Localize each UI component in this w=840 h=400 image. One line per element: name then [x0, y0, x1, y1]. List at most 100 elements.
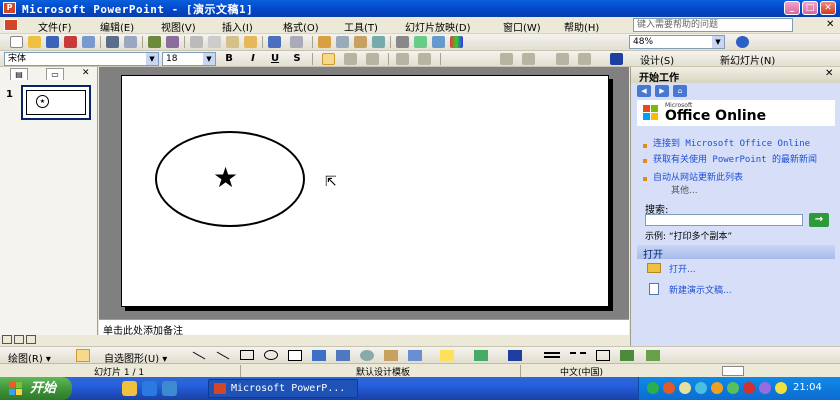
- search-go-button[interactable]: →: [809, 213, 829, 227]
- permission-icon[interactable]: [64, 36, 77, 48]
- new-icon[interactable]: [10, 36, 23, 48]
- antivirus-icon[interactable]: [727, 382, 739, 394]
- help-search-input[interactable]: 键入需要帮助的问题: [633, 18, 793, 32]
- normal-view-icon[interactable]: [2, 335, 12, 344]
- slide-sorter-icon[interactable]: [14, 335, 24, 344]
- new-presentation-link[interactable]: 新建演示文稿...: [669, 283, 732, 296]
- insert-chart-icon[interactable]: [318, 36, 331, 48]
- font-color-icon[interactable]: [610, 53, 623, 65]
- bullets-icon[interactable]: [418, 53, 431, 65]
- security-icon[interactable]: [663, 382, 675, 394]
- arrow-style-icon[interactable]: [596, 350, 610, 361]
- menu-help[interactable]: 帮助(H): [564, 19, 599, 34]
- font-select[interactable]: 宋体 ▼: [4, 52, 159, 66]
- document-icon[interactable]: [4, 19, 18, 31]
- pane-close-icon[interactable]: ✕: [82, 68, 90, 78]
- messenger-icon[interactable]: [695, 382, 707, 394]
- link-latest-news[interactable]: 获取有关使用 PowerPoint 的最新新闻: [653, 155, 831, 165]
- task-pane-close-icon[interactable]: ✕: [825, 68, 833, 79]
- insert-table-icon[interactable]: [336, 36, 349, 48]
- open-link[interactable]: 打开...: [669, 262, 696, 275]
- update-icon[interactable]: [711, 382, 723, 394]
- slide-canvas[interactable]: ★ ⇱: [121, 75, 609, 307]
- wordart-icon[interactable]: [312, 350, 326, 361]
- ie-icon[interactable]: [142, 381, 157, 396]
- print-preview-icon[interactable]: [124, 36, 137, 48]
- research-icon[interactable]: [166, 36, 179, 48]
- spelling-status-icon[interactable]: [722, 366, 744, 376]
- slides-tab[interactable]: ▭: [46, 68, 64, 80]
- desktop-icon[interactable]: [162, 381, 177, 396]
- align-center-icon[interactable]: [344, 53, 357, 65]
- line-color-icon[interactable]: [474, 350, 488, 361]
- network-icon[interactable]: [647, 382, 659, 394]
- powerpoint-icon[interactable]: P: [3, 2, 16, 14]
- rectangle-icon[interactable]: [240, 350, 254, 360]
- clipart-icon[interactable]: [360, 350, 374, 361]
- search-input[interactable]: [645, 214, 803, 226]
- slideshow-icon[interactable]: [26, 335, 36, 344]
- taskbar-powerpoint-button[interactable]: Microsoft PowerP...: [208, 379, 358, 398]
- dash-style-icon[interactable]: [570, 352, 586, 358]
- textbox-icon[interactable]: [288, 350, 302, 361]
- shadow-style-icon[interactable]: [620, 350, 634, 361]
- menu-view[interactable]: 视图(V): [161, 19, 196, 34]
- email-icon[interactable]: [82, 36, 95, 48]
- link-auto-update[interactable]: 自动从网站更新此列表: [653, 173, 831, 183]
- line-style-icon[interactable]: [544, 352, 560, 358]
- expand-all-icon[interactable]: [396, 36, 409, 48]
- font-color-draw-icon[interactable]: [508, 350, 522, 361]
- redo-icon[interactable]: [290, 36, 303, 48]
- help-icon[interactable]: [736, 36, 749, 48]
- font-dropdown-icon[interactable]: ▼: [146, 53, 158, 65]
- clock[interactable]: 21:04: [793, 382, 822, 393]
- color-grayscale-icon[interactable]: [450, 36, 463, 48]
- 3d-style-icon[interactable]: [646, 350, 660, 361]
- volume-icon[interactable]: [775, 382, 787, 394]
- star-shape[interactable]: ★: [213, 164, 238, 192]
- numbering-icon[interactable]: [396, 53, 409, 65]
- menu-window[interactable]: 窗口(W): [503, 19, 541, 34]
- menu-file[interactable]: 文件(F): [38, 19, 72, 34]
- picture-icon[interactable]: [384, 350, 398, 361]
- link-more[interactable]: 其他...: [671, 183, 698, 196]
- home-icon[interactable]: ⌂: [673, 85, 687, 97]
- arrow-icon[interactable]: [216, 351, 230, 360]
- shadow-button[interactable]: S: [290, 53, 304, 65]
- forward-icon[interactable]: ▶: [655, 85, 669, 97]
- slide-thumbnail[interactable]: ★: [21, 85, 91, 120]
- grid-icon[interactable]: [432, 36, 445, 48]
- print-icon[interactable]: [106, 36, 119, 48]
- office-online-logo[interactable]: Microsoft Office Online: [637, 100, 835, 126]
- paste-icon[interactable]: [226, 36, 239, 48]
- save-icon[interactable]: [46, 36, 59, 48]
- minimize-button[interactable]: _: [784, 1, 800, 15]
- close-button[interactable]: ✕: [820, 1, 836, 15]
- alert-icon[interactable]: [743, 382, 755, 394]
- back-icon[interactable]: ◀: [637, 85, 651, 97]
- menu-tools[interactable]: 工具(T): [344, 19, 378, 34]
- select-pointer-icon[interactable]: [76, 349, 90, 362]
- format-painter-icon[interactable]: [244, 36, 257, 48]
- notes-pane[interactable]: 单击此处添加备注: [99, 319, 629, 337]
- line-icon[interactable]: [192, 351, 206, 360]
- decrease-font-icon[interactable]: [522, 53, 535, 65]
- ime-icon[interactable]: [679, 382, 691, 394]
- outline-tab[interactable]: ▤: [10, 68, 28, 80]
- bold-button[interactable]: B: [222, 53, 236, 65]
- undo-icon[interactable]: [268, 36, 281, 48]
- diagram-icon[interactable]: [336, 350, 350, 361]
- zoom-dropdown-icon[interactable]: ▼: [712, 36, 724, 48]
- decrease-indent-icon[interactable]: [556, 53, 569, 65]
- explorer-icon[interactable]: [122, 381, 137, 396]
- insert-diagram-icon[interactable]: [408, 350, 422, 361]
- font-size-select[interactable]: 18 ▼: [162, 52, 216, 66]
- menu-edit[interactable]: 编辑(E): [100, 19, 134, 34]
- design-button[interactable]: 设计(S): [640, 52, 674, 67]
- oval-icon[interactable]: [264, 350, 278, 360]
- size-dropdown-icon[interactable]: ▼: [203, 53, 215, 65]
- spelling-icon[interactable]: [148, 36, 161, 48]
- document-close-icon[interactable]: ✕: [826, 19, 834, 30]
- fill-color-icon[interactable]: [440, 350, 454, 361]
- menu-slideshow[interactable]: 幻灯片放映(D): [405, 19, 471, 34]
